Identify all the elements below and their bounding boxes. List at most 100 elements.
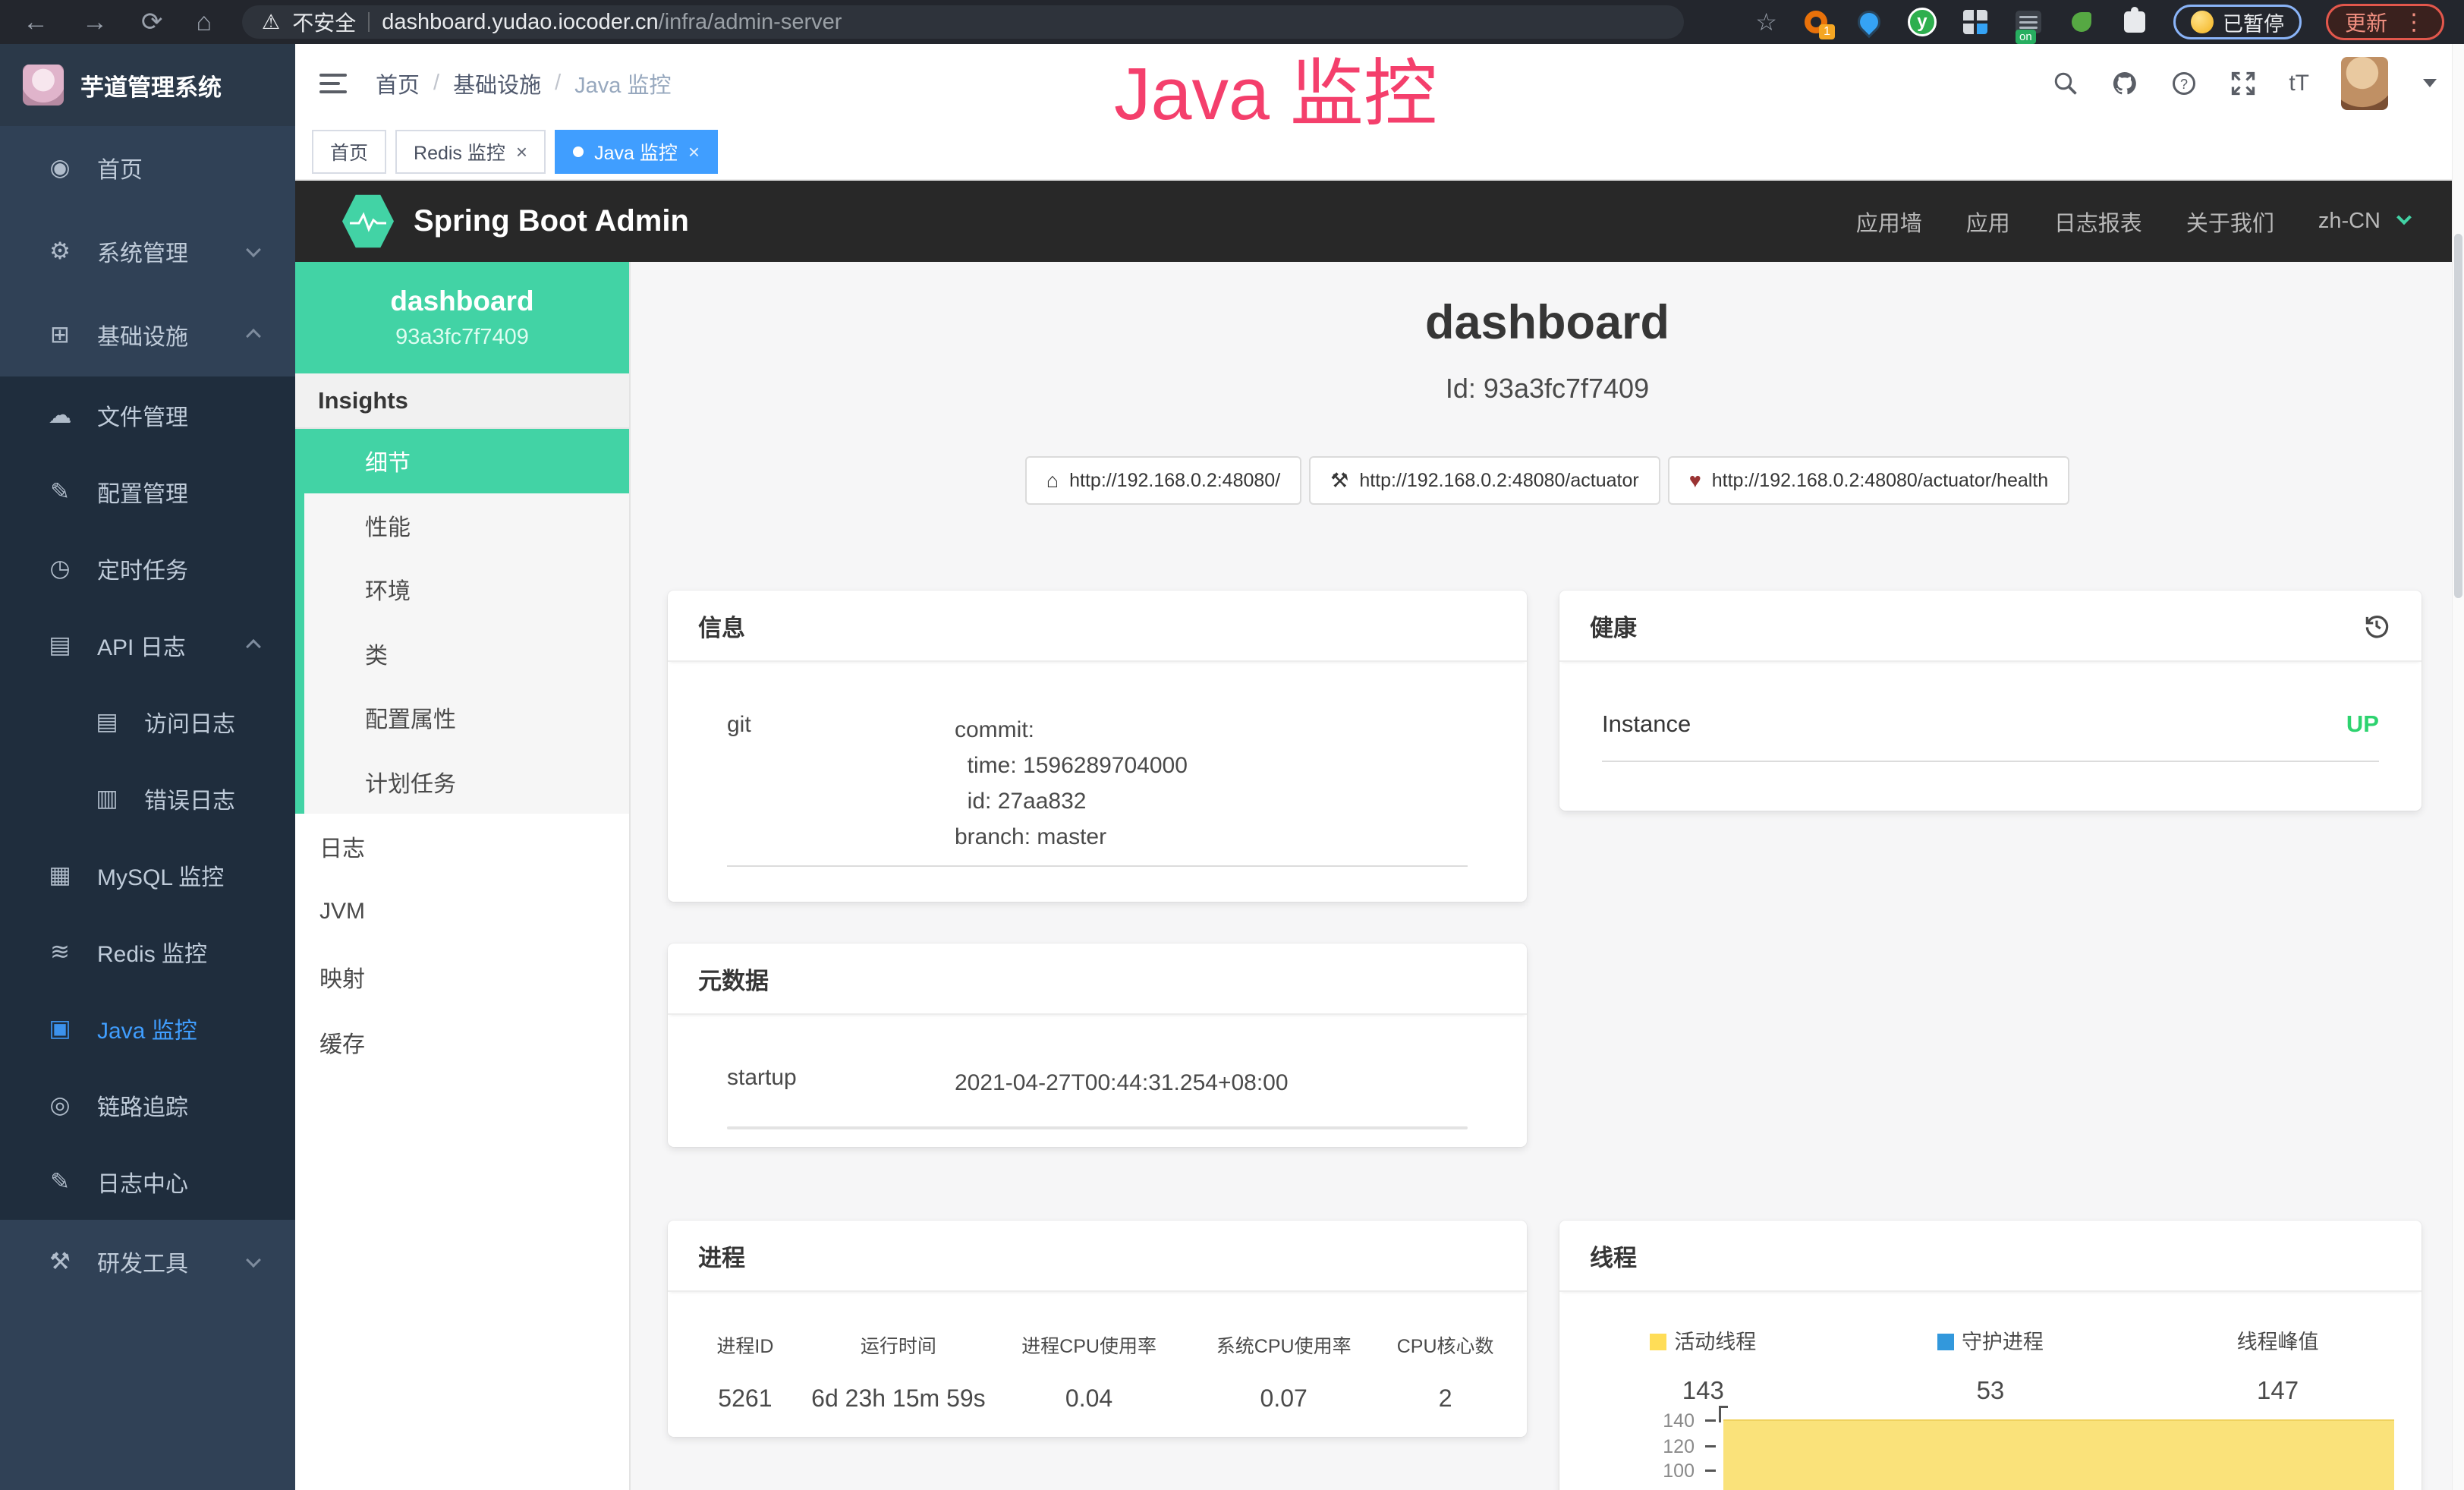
url-path: /infra/admin-server: [659, 10, 842, 34]
sba-logo-icon: [342, 194, 394, 250]
sidebar-item-redis-monitor[interactable]: ≋ Redis 监控: [0, 913, 295, 990]
process-id-value: 5261: [683, 1384, 807, 1413]
sidebar-item-scheduled-jobs[interactable]: ◷ 定时任务: [0, 530, 295, 606]
extension-y-icon[interactable]: y: [1908, 8, 1937, 36]
user-avatar[interactable]: [2341, 57, 2388, 110]
menu-item-scheduled-tasks[interactable]: 计划任务: [304, 750, 629, 814]
browser-home-icon[interactable]: ⌂: [197, 8, 212, 37]
page-scrollbar[interactable]: [2452, 44, 2464, 1490]
help-icon[interactable]: ?: [2170, 70, 2198, 97]
sba-title: Spring Boot Admin: [414, 204, 689, 238]
sba-nav-journal[interactable]: 日志报表: [2054, 206, 2142, 238]
service-url-button[interactable]: ⌂ http://192.168.0.2:48080/: [1025, 456, 1301, 505]
menu-item-jvm[interactable]: JVM: [295, 879, 629, 944]
sidebar-item-error-log[interactable]: ▥ 错误日志: [0, 760, 295, 836]
extension-leaf-icon[interactable]: [2067, 8, 2096, 36]
sidebar-item-dev-tools[interactable]: ⚒ 研发工具: [0, 1220, 295, 1303]
instance-links: ⌂ http://192.168.0.2:48080/ ⚒ http://192…: [631, 456, 2464, 505]
extension-grid-icon[interactable]: [1961, 8, 1990, 36]
breadcrumb-home[interactable]: 首页: [376, 68, 420, 99]
metadata-card-title: 元数据: [668, 943, 1527, 1015]
scrollbar-thumb[interactable]: [2454, 234, 2462, 598]
menu-item-logs[interactable]: 日志: [295, 814, 629, 879]
github-icon[interactable]: [2111, 70, 2138, 97]
threads-legend: 活动线程 143 守护进程 53 线程峰值 147: [1559, 1292, 2422, 1405]
sidebar-item-infra[interactable]: ⊞ 基础设施: [0, 293, 295, 376]
paused-profile-pill[interactable]: 已暂停: [2173, 5, 2302, 39]
page-instance-id: Id: 93a3fc7f7409: [631, 373, 2464, 405]
cpu-cores-value: 2: [1379, 1384, 1512, 1413]
close-icon[interactable]: ×: [516, 142, 527, 162]
git-value: commit: time: 1596289704000 id: 27aa832b…: [955, 712, 1188, 855]
process-table-values: 5261 6d 23h 15m 59s 0.04 0.07 2: [683, 1359, 1512, 1413]
chevron-down-icon: [246, 1252, 261, 1268]
user-menu-caret-icon[interactable]: [2423, 79, 2437, 87]
process-card: 进程 进程ID 运行时间 进程CPU使用率 系统CPU使用率 CPU核心数 52…: [668, 1221, 1527, 1437]
menu-item-classes[interactable]: 类: [304, 622, 629, 686]
menu-item-details[interactable]: 细节: [304, 429, 629, 493]
sidebar-item-access-log[interactable]: ▤ 访问日志: [0, 683, 295, 760]
sidebar-item-tracing[interactable]: ◎ 链路追踪: [0, 1066, 295, 1143]
back-icon[interactable]: ←: [23, 8, 49, 37]
history-icon[interactable]: [2362, 611, 2391, 640]
search-icon[interactable]: [2052, 70, 2079, 97]
sidebar-item-config-manage[interactable]: ✎ 配置管理: [0, 453, 295, 530]
header-actions: ? tT: [2052, 57, 2464, 110]
sidebar-item-system[interactable]: ⚙ 系统管理: [0, 209, 295, 293]
onetab-badge: on: [2016, 30, 2036, 44]
update-label: 更新: [2345, 7, 2387, 37]
extensions-puzzle-icon[interactable]: [2120, 8, 2149, 36]
menu-item-mappings[interactable]: 映射: [295, 944, 629, 1010]
screen: ← → ⟳ ⌂ ⚠ 不安全 dashboard.yudao.iocoder.cn…: [0, 0, 2464, 1490]
sidebar-item-log-center[interactable]: ✎ 日志中心: [0, 1143, 295, 1220]
eye-icon: ◎: [42, 1092, 77, 1119]
sidebar-item-java-monitor[interactable]: ▣ Java 监控: [0, 990, 295, 1066]
sba-nav-wallboard[interactable]: 应用墙: [1856, 206, 1922, 238]
sidebar-item-file-manage[interactable]: ☁ 文件管理: [0, 376, 295, 453]
extension-pin-icon[interactable]: [1855, 8, 1883, 36]
live-threads-area: [1723, 1419, 2394, 1490]
reload-icon[interactable]: ⟳: [141, 7, 163, 37]
font-size-icon[interactable]: tT: [2289, 71, 2309, 96]
not-secure-label[interactable]: 不安全: [292, 7, 356, 37]
close-icon[interactable]: ×: [688, 142, 700, 162]
sba-locale-select[interactable]: zh-CN: [2318, 209, 2381, 234]
sba-instance-sidebar: dashboard 93a3fc7f7409 Insights 细节 性能 环境…: [295, 262, 631, 1490]
sba-content: dashboard Id: 93a3fc7f7409 ⌂ http://192.…: [631, 262, 2464, 1490]
extension-onetab-icon[interactable]: on: [2014, 8, 2043, 36]
forward-icon[interactable]: →: [82, 8, 108, 37]
extension-orange-icon[interactable]: 1: [1802, 8, 1830, 36]
health-url-button[interactable]: ♥ http://192.168.0.2:48080/actuator/heal…: [1668, 456, 2069, 505]
tab-java-monitor[interactable]: Java 监控 ×: [555, 130, 718, 174]
app-logo[interactable]: 芋道管理系统: [0, 44, 295, 126]
y-tick-100: 100: [1605, 1460, 1695, 1482]
sidebar-item-mysql-monitor[interactable]: ▦ MySQL 监控: [0, 836, 295, 913]
menu-item-metrics[interactable]: 性能: [304, 493, 629, 558]
not-secure-icon: ⚠: [262, 11, 280, 34]
browser-menu-icon[interactable]: ⋮: [2403, 9, 2425, 36]
sba-nav-about[interactable]: 关于我们: [2186, 206, 2274, 238]
sidebar-collapse-icon[interactable]: [319, 74, 347, 93]
menu-item-config-props[interactable]: 配置属性: [304, 685, 629, 750]
chevron-up-icon: [246, 329, 261, 344]
sidebar-item-home[interactable]: ◉ 首页: [0, 126, 295, 209]
wrench-icon: ⚒: [1330, 469, 1348, 493]
blue-swatch: [1937, 1334, 1954, 1350]
breadcrumb-infra[interactable]: 基础设施: [453, 68, 541, 99]
annotation-java-monitor: Java 监控: [1114, 33, 1437, 140]
home-icon: ⌂: [1046, 469, 1059, 493]
bookmark-star-icon[interactable]: ☆: [1755, 8, 1777, 36]
fullscreen-icon[interactable]: [2230, 70, 2257, 97]
sba-nav: 应用墙 应用 日志报表 关于我们 zh-CN: [1856, 206, 2464, 238]
sba-nav-applications[interactable]: 应用: [1966, 206, 2010, 238]
tab-home[interactable]: 首页: [312, 130, 386, 174]
menu-item-environment[interactable]: 环境: [304, 557, 629, 622]
chevron-down-icon: [246, 242, 261, 257]
address-bar[interactable]: ⚠ 不安全 dashboard.yudao.iocoder.cn/infra/a…: [242, 5, 1684, 39]
url-divider: [368, 12, 370, 32]
menu-item-caches[interactable]: 缓存: [295, 1010, 629, 1075]
sidebar-item-api-log[interactable]: ▤ API 日志: [0, 606, 295, 683]
browser-update-button[interactable]: 更新 ⋮: [2326, 4, 2444, 40]
tab-redis-monitor[interactable]: Redis 监控 ×: [395, 130, 546, 174]
actuator-url-button[interactable]: ⚒ http://192.168.0.2:48080/actuator: [1309, 456, 1660, 505]
